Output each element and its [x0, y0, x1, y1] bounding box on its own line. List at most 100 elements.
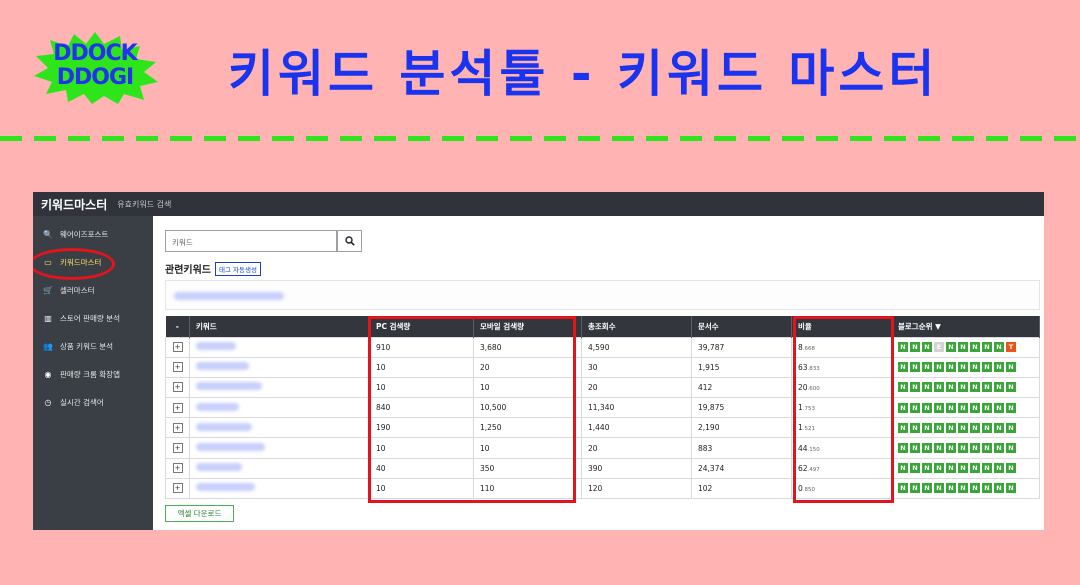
rank-badge[interactable]: N [946, 382, 956, 393]
rank-badge[interactable]: N [946, 402, 956, 413]
rank-badge[interactable]: N [982, 362, 992, 373]
keyword-cell[interactable] [189, 417, 370, 439]
expand-toggle[interactable]: + [172, 342, 183, 353]
col-header-blog-rank[interactable]: 블로그순위 ▼ [891, 316, 1040, 337]
col-header-ratio[interactable]: 비율 [791, 316, 892, 337]
rank-badge[interactable]: N [994, 362, 1004, 373]
rank-badge[interactable]: N [934, 362, 944, 373]
search-input[interactable]: 키워드 [165, 230, 337, 252]
expand-toggle[interactable]: + [172, 362, 183, 373]
tag-autogen-button[interactable]: 태그 자동생성 [215, 262, 261, 276]
rank-badge[interactable]: N [910, 443, 920, 454]
rank-badge[interactable]: N [994, 382, 1004, 393]
rank-badge[interactable]: N [922, 463, 932, 474]
rank-badge[interactable]: N [994, 463, 1004, 474]
rank-badge[interactable]: N [982, 422, 992, 433]
rank-badge[interactable]: N [934, 483, 944, 494]
rank-badge[interactable]: N [946, 422, 956, 433]
rank-badge[interactable]: N [922, 402, 932, 413]
rank-badge[interactable]: N [946, 463, 956, 474]
rank-badge[interactable]: N [958, 402, 968, 413]
rank-badge[interactable]: N [910, 463, 920, 474]
rank-badge[interactable]: N [970, 362, 980, 373]
rank-badge[interactable]: N [994, 342, 1004, 353]
rank-badge[interactable]: N [982, 483, 992, 494]
rank-badge[interactable]: N [910, 382, 920, 393]
rank-badge[interactable]: T [1006, 342, 1016, 353]
rank-badge[interactable]: N [1006, 382, 1016, 393]
rank-badge[interactable]: N [970, 382, 980, 393]
rank-badge[interactable]: N [934, 443, 944, 454]
rank-badge[interactable]: N [982, 443, 992, 454]
col-header-pc[interactable]: PC 검색량 [369, 316, 474, 337]
expand-toggle[interactable]: + [172, 422, 183, 433]
rank-badge[interactable]: N [958, 443, 968, 454]
rank-badge[interactable]: N [910, 362, 920, 373]
col-header-total[interactable]: 총조회수 [581, 316, 692, 337]
sidebar-item-5[interactable]: ◉ 판매량 크롬 확장앱 [33, 360, 153, 388]
rank-badge[interactable]: N [982, 382, 992, 393]
rank-badge[interactable]: N [994, 402, 1004, 413]
rank-badge[interactable]: N [898, 443, 908, 454]
col-header-keyword[interactable]: 키워드 [189, 316, 370, 337]
excel-download-button[interactable]: 엑셀 다운로드 [165, 505, 234, 522]
rank-badge[interactable]: N [970, 342, 980, 353]
rank-badge[interactable]: N [934, 402, 944, 413]
rank-badge[interactable]: N [934, 463, 944, 474]
rank-badge[interactable]: N [958, 342, 968, 353]
rank-badge[interactable]: N [922, 362, 932, 373]
rank-badge[interactable]: N [922, 382, 932, 393]
keyword-cell[interactable] [189, 376, 370, 399]
keyword-cell[interactable] [189, 356, 370, 378]
rank-badge[interactable]: N [1006, 483, 1016, 494]
rank-badge[interactable]: N [922, 483, 932, 494]
rank-badge[interactable]: N [910, 483, 920, 494]
rank-badge[interactable]: N [958, 362, 968, 373]
sidebar-item-3[interactable]: ▥ 스토어 판매량 분석 [33, 304, 153, 332]
rank-badge[interactable]: N [982, 463, 992, 474]
sidebar-item-2[interactable]: 🛒 셀러마스터 [33, 276, 153, 304]
rank-badge[interactable]: N [946, 443, 956, 454]
rank-badge[interactable]: N [994, 483, 1004, 494]
expand-toggle[interactable]: + [172, 402, 183, 413]
rank-badge[interactable]: E [934, 342, 944, 353]
rank-badge[interactable]: N [970, 443, 980, 454]
rank-badge[interactable]: N [922, 342, 932, 353]
rank-badge[interactable]: N [898, 422, 908, 433]
rank-badge[interactable]: N [958, 483, 968, 494]
rank-badge[interactable]: N [1006, 463, 1016, 474]
rank-badge[interactable]: N [922, 443, 932, 454]
rank-badge[interactable]: N [994, 422, 1004, 433]
rank-badge[interactable]: N [898, 402, 908, 413]
rank-badge[interactable]: N [898, 342, 908, 353]
rank-badge[interactable]: N [958, 382, 968, 393]
rank-badge[interactable]: N [1006, 402, 1016, 413]
expand-toggle[interactable]: + [172, 382, 183, 393]
rank-badge[interactable]: N [898, 483, 908, 494]
rank-badge[interactable]: N [946, 362, 956, 373]
rank-badge[interactable]: N [910, 422, 920, 433]
rank-badge[interactable]: N [898, 362, 908, 373]
rank-badge[interactable]: N [1006, 422, 1016, 433]
rank-badge[interactable]: N [934, 382, 944, 393]
rank-badge[interactable]: N [982, 402, 992, 413]
rank-badge[interactable]: N [994, 443, 1004, 454]
sidebar-item-4[interactable]: 👥 상품 키워드 분석 [33, 332, 153, 360]
rank-badge[interactable]: N [970, 402, 980, 413]
rank-badge[interactable]: N [922, 422, 932, 433]
rank-badge[interactable]: N [934, 422, 944, 433]
keyword-cell[interactable] [189, 457, 370, 479]
rank-badge[interactable]: N [910, 342, 920, 353]
sidebar-item-6[interactable]: ◷ 실시간 검색어 [33, 388, 153, 416]
keyword-cell[interactable] [189, 397, 370, 419]
col-header-docs[interactable]: 문서수 [691, 316, 792, 337]
rank-badge[interactable]: N [970, 422, 980, 433]
search-button[interactable] [337, 230, 362, 252]
rank-badge[interactable]: N [958, 463, 968, 474]
rank-badge[interactable]: N [1006, 362, 1016, 373]
expand-toggle[interactable]: + [172, 443, 183, 454]
rank-badge[interactable]: N [1006, 443, 1016, 454]
rank-badge[interactable]: N [970, 483, 980, 494]
rank-badge[interactable]: N [982, 342, 992, 353]
expand-toggle[interactable]: + [172, 483, 183, 494]
